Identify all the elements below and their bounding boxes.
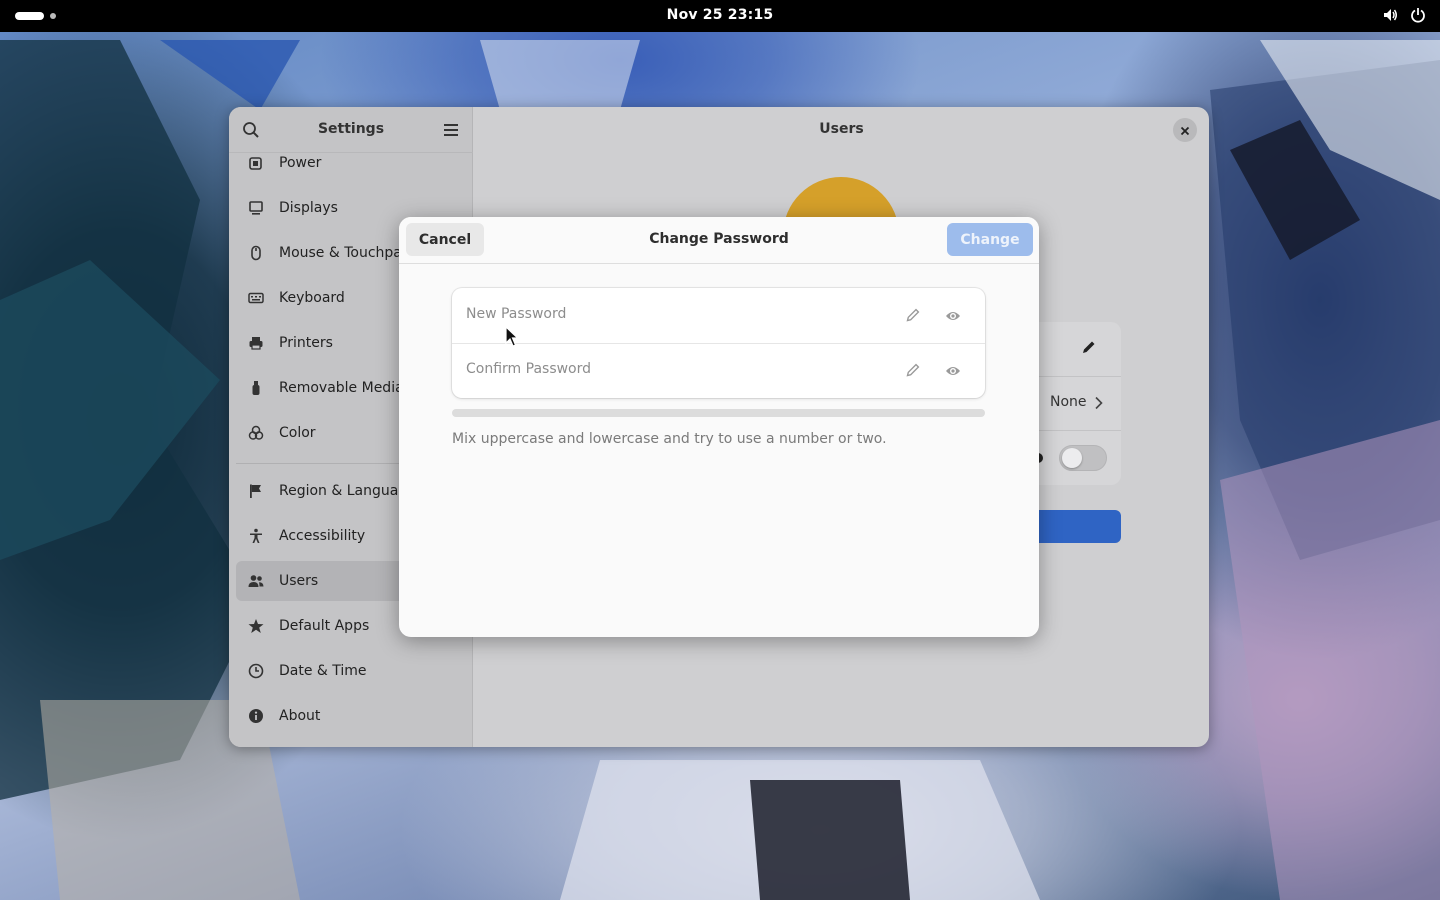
sidebar-item-label: Default Apps	[279, 618, 370, 634]
show-password-icon[interactable]	[945, 363, 961, 382]
close-button[interactable]	[1173, 118, 1197, 142]
new-password-field[interactable]: New Password	[452, 288, 985, 343]
mouse-pointer-icon	[505, 325, 519, 352]
edit-name-icon[interactable]	[1081, 339, 1097, 359]
pencil-icon	[905, 307, 921, 327]
sidebar-item-label: Printers	[279, 335, 333, 351]
system-tray[interactable]	[1382, 7, 1426, 23]
confirm-password-placeholder: Confirm Password	[466, 361, 592, 377]
password-hint: Mix uppercase and lowercase and try to u…	[452, 431, 887, 447]
sidebar-item-label: Users	[279, 573, 319, 589]
mouse-icon	[247, 244, 265, 262]
volume-icon[interactable]	[1382, 7, 1398, 23]
info-icon	[247, 707, 265, 725]
sidebar-item-about[interactable]: About	[236, 696, 466, 736]
sidebar-item-date-time[interactable]: Date & Time	[236, 651, 466, 691]
sidebar-item-label: Displays	[279, 200, 338, 216]
sidebar-item-label: Keyboard	[279, 290, 345, 306]
admin-toggle[interactable]	[1059, 445, 1107, 471]
power-icon	[247, 154, 265, 172]
sidebar-item-power[interactable]: Power	[236, 153, 466, 183]
auto-login-value: None	[1050, 394, 1087, 410]
display-icon	[247, 199, 265, 217]
sidebar-item-label: Removable Media	[279, 380, 404, 396]
sidebar-title: Settings	[317, 121, 385, 137]
sidebar-item-label: Mouse & Touchpad	[279, 245, 411, 261]
clock[interactable]: Nov 25 23:15	[0, 7, 1440, 23]
confirm-password-field[interactable]: Confirm Password	[452, 343, 985, 398]
color-icon	[247, 424, 265, 442]
primary-action-button[interactable]	[1029, 510, 1121, 543]
sidebar-item-label: Region & Language	[279, 483, 416, 499]
show-password-icon[interactable]	[945, 308, 961, 327]
power-icon[interactable]	[1410, 7, 1426, 23]
row-divider	[1029, 376, 1121, 377]
usb-icon	[247, 379, 265, 397]
change-password-dialog: Cancel Change Password Change New Passwo…	[399, 217, 1039, 637]
pencil-icon	[905, 362, 921, 382]
sidebar-item-label: Power	[279, 155, 322, 171]
sidebar-item-label: About	[279, 708, 321, 724]
top-bar: Nov 25 23:15	[0, 0, 1440, 32]
dialog-title: Change Password	[649, 231, 789, 247]
star-icon	[247, 617, 265, 635]
page-title: Users	[819, 121, 864, 137]
password-strength-bar	[452, 409, 985, 417]
dialog-header: Cancel Change Password Change	[399, 217, 1039, 264]
keyboard-icon	[247, 289, 265, 307]
accessibility-icon	[247, 527, 265, 545]
close-icon	[1180, 121, 1190, 140]
users-icon	[247, 572, 265, 590]
content-header: Users	[474, 107, 1209, 153]
new-password-placeholder: New Password	[466, 306, 567, 322]
password-fields-card: New Password Confirm Password	[452, 288, 985, 398]
row-divider	[1029, 430, 1121, 431]
sidebar-item-label: Color	[279, 425, 316, 441]
flag-icon	[247, 482, 265, 500]
printer-icon	[247, 334, 265, 352]
sidebar-item-label: Date & Time	[279, 663, 367, 679]
change-button[interactable]: Change	[947, 223, 1033, 256]
sidebar-header: Settings	[229, 107, 473, 153]
hamburger-menu-icon[interactable]	[443, 122, 459, 141]
chevron-right-icon	[1094, 395, 1104, 414]
sidebar-item-label: Accessibility	[279, 528, 366, 544]
clock-icon	[247, 662, 265, 680]
toggle-knob	[1062, 448, 1082, 468]
